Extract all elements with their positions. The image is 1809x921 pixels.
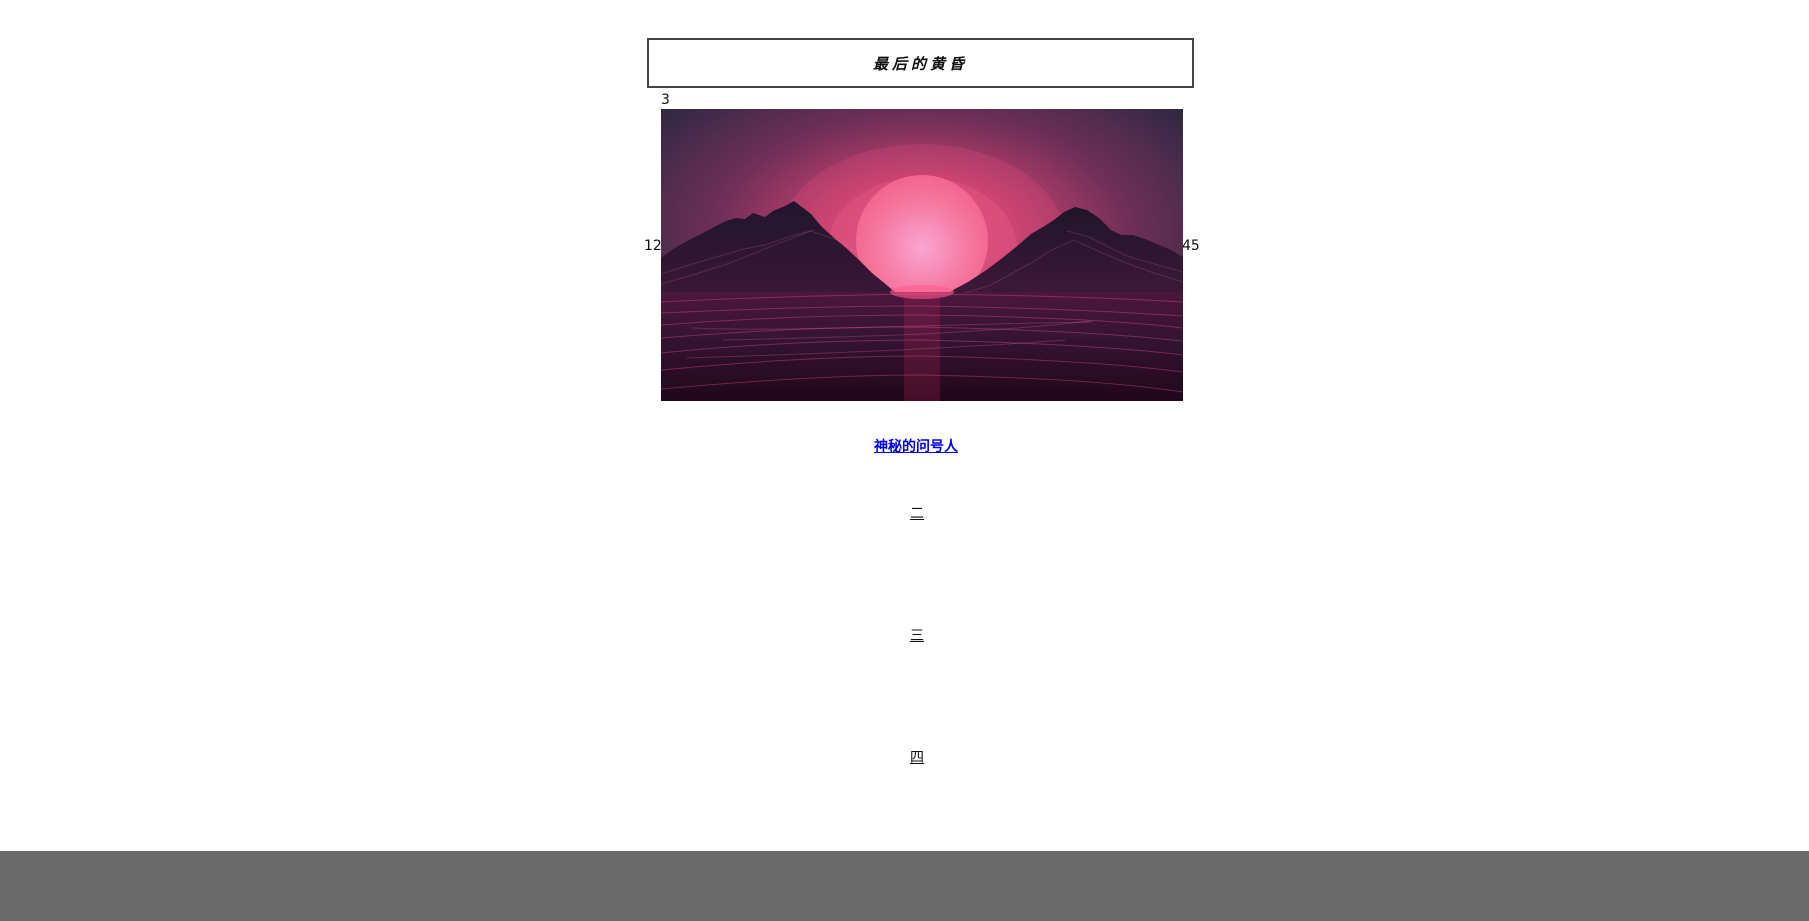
- sunset-illustration: [661, 109, 1183, 401]
- top-number-label: 3: [661, 92, 670, 108]
- mystery-question-person-link[interactable]: 神秘的问号人: [874, 436, 958, 456]
- right-number-label: 45: [1182, 238, 1200, 254]
- nav-item-three[interactable]: 三: [910, 628, 924, 644]
- nav-item-four[interactable]: 四: [910, 750, 924, 766]
- page-title: 最后的黄昏: [647, 38, 1194, 88]
- left-number-label: 12: [644, 238, 662, 254]
- synthwave-sunset-image: [661, 109, 1183, 401]
- footer-bar: [0, 851, 1809, 921]
- nav-item-two[interactable]: 二: [910, 506, 924, 522]
